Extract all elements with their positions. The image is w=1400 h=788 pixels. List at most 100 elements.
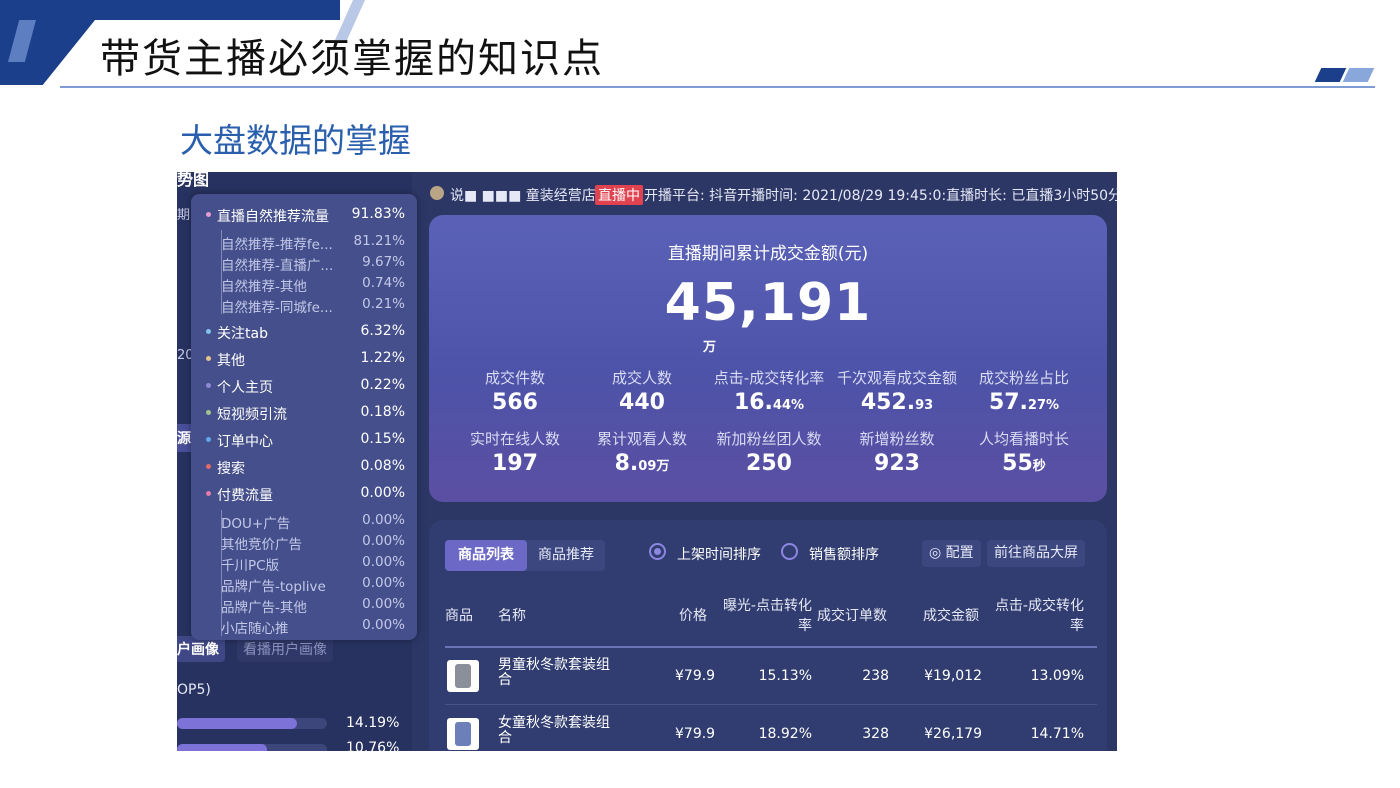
tab-product-list[interactable]: 商品列表 [445, 540, 527, 571]
col-header-product: 商品 [445, 608, 473, 624]
col-header-orders: 成交订单数 [817, 608, 887, 624]
gmv-metric: 成交粉丝占比 57.27% [959, 367, 1089, 415]
gmv-metric-value: 440 [619, 390, 665, 415]
gmv-metric-value: 16. [733, 390, 773, 415]
gmv-metric-value: 197 [492, 451, 538, 476]
product-orders: 238 [862, 668, 889, 684]
gmv-metric-value: 55 [1002, 451, 1033, 476]
traffic-subsource-row: 千川PC版 0.00% [191, 552, 417, 574]
traffic-subsource-row: 自然推荐-其他 0.74% [191, 273, 417, 295]
traffic-source-label: 订单中心 [217, 434, 273, 450]
traffic-subsource-row: 其他竞价广告 0.00% [191, 531, 417, 553]
traffic-source-value: 6.32% [360, 323, 405, 339]
traffic-source-value: 0.00% [360, 485, 405, 501]
gmv-metric-label: 累计观看人数 [596, 430, 687, 448]
gmv-metric-value-suffix: 秒 [1032, 459, 1046, 474]
traffic-subsource-row: 品牌广告-其他 0.00% [191, 594, 417, 616]
traffic-source-value: 1.22% [360, 350, 405, 366]
traffic-source-row: 短视频引流 0.18% [191, 402, 417, 424]
product-big-screen-button[interactable]: 前往商品大屏 [987, 540, 1085, 567]
col-header-cvr: 点击-成交转化 率 [991, 596, 1084, 636]
gmv-title: 直播期间累计成交金额(元) [667, 244, 869, 264]
traffic-subsource-row: 自然推荐-推荐fe... 81.21% [191, 231, 417, 253]
traffic-source-label: 品牌广告-其他 [221, 600, 307, 616]
traffic-source-row: 其他 1.22% [191, 348, 417, 370]
gmv-metric-value-wrap: 566 [450, 390, 580, 415]
legend-dot-icon [206, 329, 211, 334]
product-thumbnail[interactable] [447, 718, 479, 750]
traffic-source-value: 0.00% [362, 533, 405, 549]
gmv-metric: 新加粉丝团人数 250 [704, 428, 834, 476]
product-tabs: 商品列表 商品推荐 [445, 540, 605, 571]
gmv-metric-value-suffix: 44% [772, 398, 805, 413]
legend-dot-icon [206, 356, 211, 361]
row-divider [445, 704, 1097, 705]
traffic-source-label: 其他 [217, 353, 245, 369]
gmv-metric-value-wrap: 55秒 [959, 451, 1089, 476]
gmv-value: 45,191 [664, 273, 872, 333]
dashboard-screenshot: 势图 期间 20: 源 户画像 看播用户画像 OP5) 14.19% 10.76… [177, 172, 1117, 751]
product-name: 女童秋冬款套装组合 [498, 715, 610, 746]
gmv-metric-value: 250 [746, 451, 792, 476]
sort-by-sales-label[interactable]: 销售额排序 [809, 544, 879, 564]
sort-by-sales-radio[interactable] [781, 543, 798, 560]
traffic-source-label: 品牌广告-toplive [221, 579, 326, 595]
gmv-metric-value-wrap: 8.09万 [577, 451, 707, 476]
sort-by-time-label[interactable]: 上架时间排序 [677, 544, 761, 564]
gmv-metric: 成交人数 440 [577, 367, 707, 415]
traffic-source-label: 搜索 [217, 461, 245, 477]
gmv-metric-value: 452. [860, 390, 916, 415]
col-header-name: 名称 [498, 608, 526, 624]
product-orders: 328 [862, 726, 889, 742]
gmv-metric: 实时在线人数 197 [450, 428, 580, 476]
gmv-metric-label: 成交粉丝占比 [978, 369, 1069, 387]
product-image [455, 664, 471, 688]
gmv-metric-value: 8. [614, 451, 639, 476]
col-header-amount: 成交金额 [923, 608, 979, 624]
gmv-metric: 点击-成交转化率 16.44% [704, 367, 834, 415]
product-thumbnail[interactable] [447, 660, 479, 692]
sort-by-time-radio[interactable] [649, 543, 666, 560]
col-header-price: 价格 [679, 608, 707, 624]
traffic-subsource-row: 品牌广告-toplive 0.00% [191, 573, 417, 595]
product-amount: ¥26,179 [924, 726, 982, 742]
product-cvr: 13.09% [1030, 668, 1084, 684]
legend-dot-icon [206, 410, 211, 415]
gmv-metric-value: 566 [492, 390, 538, 415]
gmv-metric-value-suffix: 27% [1027, 398, 1060, 413]
header-decoration-bar [0, 0, 340, 20]
traffic-source-label: 短视频引流 [217, 407, 287, 423]
col-header-cvr-line1: 点击-成交转化 [994, 598, 1084, 614]
traffic-source-label: DOU+广告 [221, 516, 291, 532]
traffic-source-row: 直播自然推荐流量 91.83% [191, 204, 417, 226]
gmv-metric-value-suffix: 93 [915, 398, 934, 413]
traffic-source-tooltip: 直播自然推荐流量 91.83% 自然推荐-推荐fe... 81.21% 自然推荐-直播广… [191, 194, 417, 640]
traffic-source-label: 关注tab [217, 326, 268, 342]
profile-bar-pct-2: 10.76% [346, 740, 400, 751]
corner-decoration-dark [1314, 68, 1347, 82]
gmv-metric-label: 新增粉丝数 [859, 430, 935, 448]
traffic-source-value: 0.00% [362, 617, 405, 633]
profile-bar-fill-2 [177, 744, 267, 751]
live-info-bar: 说■ ■■■ 童装经营店 直播中 开播平台: 抖音开播时间: 2021/08/2… [430, 184, 1117, 206]
trend-chart-title-fragment: 势图 [177, 172, 210, 189]
traffic-source-label: 小店随心推 [221, 621, 289, 637]
product-ctr: 15.13% [758, 668, 812, 684]
traffic-source-value: 0.00% [362, 596, 405, 612]
traffic-source-row: 关注tab 6.32% [191, 321, 417, 343]
traffic-source-value: 0.18% [360, 404, 405, 420]
traffic-source-label: 直播自然推荐流量 [217, 209, 329, 225]
product-image [455, 722, 471, 746]
config-button[interactable]: ◎ 配置 [922, 540, 981, 567]
gmv-metric: 累计观看人数 8.09万 [577, 428, 707, 476]
gmv-summary-card: 直播期间累计成交金额(元) 45,191 万 成交件数 566 成交人数 440 点击-… [429, 215, 1107, 502]
gmv-metric-label: 实时在线人数 [469, 430, 560, 448]
legend-dot-icon [206, 383, 211, 388]
gmv-metric-value: 57. [988, 390, 1028, 415]
gmv-metric: 成交件数 566 [450, 367, 580, 415]
tab-product-recommend[interactable]: 商品推荐 [527, 540, 605, 571]
traffic-subsource-row: DOU+广告 0.00% [191, 510, 417, 532]
col-header-ctr-line2: 率 [798, 618, 812, 634]
traffic-source-row: 订单中心 0.15% [191, 429, 417, 451]
slide-title: 带货主播必须掌握的知识点 [100, 36, 604, 82]
